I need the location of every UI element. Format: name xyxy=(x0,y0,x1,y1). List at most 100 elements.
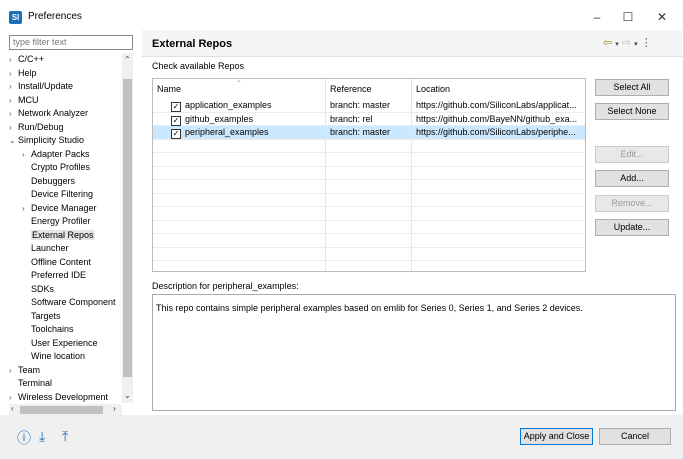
chevron-right-icon[interactable]: › xyxy=(9,67,18,80)
chevron-right-icon[interactable]: › xyxy=(22,148,31,161)
tree-item[interactable]: Software Component xyxy=(22,296,116,309)
tree-item[interactable]: › Wireless Development xyxy=(9,391,108,404)
tree-item-label: User Experience xyxy=(31,337,98,348)
tree-item[interactable]: › Adapter Packs xyxy=(22,148,90,161)
column-header-location[interactable]: Location xyxy=(412,79,585,99)
app-icon: SI xyxy=(9,11,22,24)
tree-item[interactable]: ⌄ Simplicity Studio xyxy=(9,134,84,147)
tree-item-label: Run/Debug xyxy=(18,121,64,132)
table-row[interactable]: ✓ application_examples branch: master https… xyxy=(153,99,585,113)
close-button[interactable]: ✕ xyxy=(649,7,675,27)
check-repos-label: Check available Repos xyxy=(152,61,245,71)
chevron-right-icon[interactable]: › xyxy=(9,391,18,404)
panel-nav: ⇦ ▾ ⇨ ▾ ⋮ xyxy=(603,36,652,49)
column-header-reference[interactable]: Reference xyxy=(326,79,412,99)
tree-item-label: Network Analyzer xyxy=(18,108,89,118)
remove-button[interactable]: Remove... xyxy=(595,195,669,212)
repo-checkbox[interactable]: ✓ xyxy=(171,129,181,139)
tree-item[interactable]: Toolchains xyxy=(22,323,74,336)
select-none-button[interactable]: Select None xyxy=(595,103,669,120)
chevron-right-icon[interactable]: › xyxy=(9,94,18,107)
tree-item[interactable]: › Team xyxy=(9,364,40,377)
add-button[interactable]: Add... xyxy=(595,170,669,187)
export-icon[interactable]: ⤒ xyxy=(62,428,68,445)
tree-item[interactable]: External Repos xyxy=(22,229,95,242)
empty-row xyxy=(153,180,585,194)
repo-name: github_examples xyxy=(185,113,254,124)
scroll-down-icon[interactable]: ⌄ xyxy=(124,391,131,400)
back-icon[interactable]: ⇦ xyxy=(603,37,612,49)
tree-item[interactable]: SDKs xyxy=(22,283,54,296)
tree-item[interactable]: Debuggers xyxy=(22,175,75,188)
select-all-button[interactable]: Select All xyxy=(595,79,669,96)
cancel-button[interactable]: Cancel xyxy=(599,428,671,445)
tree-item[interactable]: › Help xyxy=(9,67,37,80)
chevron-right-icon[interactable]: › xyxy=(9,107,18,120)
back-menu-icon[interactable]: ▾ xyxy=(615,41,619,48)
tree-item[interactable]: Crypto Profiles xyxy=(22,161,90,174)
tree-item[interactable]: Preferred IDE xyxy=(22,269,86,282)
import-icon[interactable]: ⤓ xyxy=(39,428,45,445)
title-bar xyxy=(0,0,683,34)
tree-item[interactable]: › Device Manager xyxy=(22,202,97,215)
help-icon[interactable]: ⓘ xyxy=(17,428,31,448)
tree-item-label: Terminal xyxy=(18,378,53,388)
chevron-down-icon[interactable]: ⌄ xyxy=(9,134,18,147)
page-title: External Repos xyxy=(152,38,233,50)
tree-hscroll-thumb[interactable] xyxy=(20,406,103,414)
repo-checkbox[interactable]: ✓ xyxy=(171,102,181,112)
tree-item[interactable]: › Network Analyzer xyxy=(9,107,88,120)
tree-item[interactable]: Energy Profiler xyxy=(22,215,91,228)
scroll-left-icon[interactable]: ‹ xyxy=(11,404,14,413)
table-row[interactable]: ✓ github_examples branch: rel https://githu… xyxy=(153,113,585,126)
chevron-right-icon[interactable]: › xyxy=(9,80,18,93)
repo-location: https://github.com/SiliconLabs/applicat.… xyxy=(416,100,577,110)
tree-scroll-thumb[interactable] xyxy=(123,79,132,377)
maximize-button[interactable]: ☐ xyxy=(615,7,641,27)
tree-item-label: Team xyxy=(18,364,41,375)
tree-item-label: Toolchains xyxy=(31,324,74,334)
empty-row xyxy=(153,167,585,180)
description-label: Description for peripheral_examples: xyxy=(152,281,299,291)
filter-input[interactable]: type filter text xyxy=(9,35,133,50)
repo-name: peripheral_examples xyxy=(185,127,269,137)
window-title: Preferences xyxy=(28,11,82,22)
repo-name-cell: ✓ github_examples xyxy=(167,113,325,126)
tree-item[interactable]: › Install/Update xyxy=(9,80,73,93)
tree-item[interactable]: Wine location xyxy=(22,350,85,363)
chevron-right-icon[interactable]: › xyxy=(9,121,18,134)
forward-menu-icon[interactable]: ▾ xyxy=(634,41,638,48)
tree-item[interactable]: User Experience xyxy=(22,337,98,350)
minimize-button[interactable]: – xyxy=(584,7,610,27)
tree-item[interactable]: Launcher xyxy=(22,242,69,255)
chevron-right-icon[interactable]: › xyxy=(9,53,18,66)
repo-reference: branch: master xyxy=(330,100,391,110)
tree-item[interactable]: › C/C++ xyxy=(9,53,44,66)
scroll-up-icon[interactable]: ⌃ xyxy=(124,55,131,64)
tree-item-label: Preferred IDE xyxy=(31,270,87,280)
tree-item-label: Debuggers xyxy=(31,175,76,186)
tree-item[interactable]: Terminal xyxy=(9,377,52,390)
tree-item[interactable]: Targets xyxy=(22,310,61,323)
empty-row xyxy=(153,248,585,261)
chevron-right-icon[interactable]: › xyxy=(9,364,18,377)
edit-button[interactable]: Edit... xyxy=(595,146,669,163)
forward-icon[interactable]: ⇨ xyxy=(622,37,631,49)
empty-row xyxy=(153,234,585,248)
chevron-right-icon[interactable]: › xyxy=(22,202,31,215)
repos-table: Name ⌄ Reference Location ✓ application_e… xyxy=(152,78,586,272)
tree-item[interactable]: › MCU xyxy=(9,94,39,107)
tree-item-label: Device Filtering xyxy=(31,189,94,199)
repo-name: application_examples xyxy=(185,100,272,110)
apply-and-close-button[interactable]: Apply and Close xyxy=(520,428,593,445)
tree-item[interactable]: › Run/Debug xyxy=(9,121,64,134)
scroll-right-icon[interactable]: › xyxy=(113,404,116,413)
table-row[interactable]: ✓ peripheral_examples branch: master https:… xyxy=(153,126,585,140)
tree-item-label: External Repos xyxy=(31,229,95,240)
tree-item[interactable]: Offline Content xyxy=(22,256,91,269)
repo-location: https://github.com/BayeNN/github_exa... xyxy=(416,113,578,124)
view-menu-icon[interactable]: ⋮ xyxy=(641,37,652,49)
update-button[interactable]: Update... xyxy=(595,219,669,236)
repo-checkbox[interactable]: ✓ xyxy=(171,115,181,126)
tree-item[interactable]: Device Filtering xyxy=(22,188,93,201)
